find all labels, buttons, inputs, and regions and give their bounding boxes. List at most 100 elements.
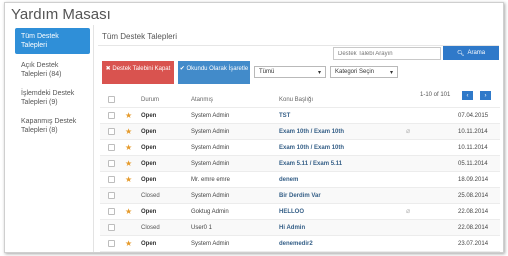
row-subject-link[interactable]: Exam 10th / Exam 10th (279, 145, 344, 151)
row-date: 22.08.2014 (458, 225, 489, 231)
table-body: ★ Open System Admin TST 07.04.2015 ★ Open Syste… (100, 108, 500, 252)
star-icon[interactable]: ★ (125, 111, 132, 120)
table-row[interactable]: ★ Open System Admin Exam 10th / Exam 10th ⌀ 1… (100, 124, 500, 140)
row-subject-link[interactable]: denemedir2 (279, 241, 313, 247)
row-date: 22.08.2014 (458, 209, 489, 215)
category-filter-value: Kategori Seçin (335, 69, 375, 75)
star-icon[interactable]: ★ (125, 143, 132, 152)
row-status: Closed (141, 225, 160, 231)
row-status: Open (141, 113, 157, 119)
row-date: 07.04.2015 (458, 113, 489, 119)
row-assignee: System Admin (191, 113, 230, 119)
row-subject-link[interactable]: TST (279, 113, 290, 119)
table-row[interactable]: ★ Open System Admin Exam 10th / Exam 10th 10… (100, 140, 500, 156)
sidebar-item-closed[interactable]: Kapanmış Destek Talepleri (8) (15, 114, 90, 138)
row-assignee: System Admin (191, 193, 230, 199)
header-status[interactable]: Durum (141, 97, 159, 103)
search-icon: 🔍︎ (456, 50, 465, 57)
app-window: Yardım Masası Tüm Destek Talepleri Açık … (4, 2, 504, 253)
header-subject[interactable]: Konu Başlığı (279, 97, 313, 103)
star-icon[interactable]: ★ (125, 159, 132, 168)
chevron-left-icon: ‹ (466, 92, 469, 99)
sidebar-item-all[interactable]: Tüm Destek Talepleri (15, 28, 90, 54)
sidebar-item-in-progress[interactable]: İşlemdeki Destek Talepleri (9) (15, 86, 90, 110)
row-subject-link[interactable]: Exam 5.11 / Exam 5.11 (279, 161, 342, 167)
sidebar-item-label: Tüm Destek Talepleri (21, 33, 59, 49)
table-row[interactable]: Closed User0 1 Hi Admin 22.08.2014 (100, 220, 500, 236)
row-subject-link[interactable]: HELLOO (279, 209, 304, 215)
row-assignee: System Admin (191, 145, 230, 151)
table-row[interactable]: ★ Open Goktug Admin HELLOO ⌀ 22.08.2014 (100, 204, 500, 220)
row-checkbox[interactable] (108, 160, 115, 167)
close-icon: ✖ (105, 66, 111, 72)
row-status: Open (141, 129, 157, 135)
prev-page-button[interactable]: ‹ (462, 91, 473, 100)
select-all-checkbox[interactable] (108, 96, 115, 103)
search-button-label: Arama (467, 50, 486, 56)
row-assignee: Mr. emre emre (191, 177, 231, 183)
row-assignee: System Admin (191, 241, 230, 247)
row-date: 05.11.2014 (458, 161, 488, 167)
search-button[interactable]: 🔍︎ Arama (443, 46, 499, 60)
app-title: Yardım Masası (11, 6, 111, 23)
row-assignee: System Admin (191, 129, 230, 135)
row-checkbox[interactable] (108, 144, 115, 151)
search-input[interactable] (333, 47, 441, 60)
close-ticket-label: Destek Talebini Kapat (112, 66, 171, 72)
row-date: 23.07.2014 (458, 241, 489, 247)
page-title: Tüm Destek Talepleri (102, 32, 177, 41)
check-icon: ✔ (179, 66, 185, 72)
row-subject-link[interactable]: denem (279, 177, 298, 183)
row-status: Open (141, 241, 157, 247)
row-checkbox[interactable] (108, 128, 115, 135)
pagination-info: 1-10 of 101 (420, 92, 451, 98)
row-date: 18.09.2014 (458, 177, 489, 183)
row-assignee: System Admin (191, 161, 230, 167)
sidebar-item-open[interactable]: Açık Destek Talepleri (84) (15, 58, 90, 82)
row-status: Open (141, 209, 157, 215)
row-checkbox[interactable] (108, 112, 115, 119)
table-row[interactable]: ★ Open System Admin Exam 5.11 / Exam 5.11 05… (100, 156, 500, 172)
star-icon[interactable]: ★ (125, 239, 132, 248)
row-date: 25.08.2014 (458, 193, 489, 199)
header-assignee[interactable]: Atanmış (191, 97, 213, 103)
status-filter-value: Tümü (259, 69, 275, 75)
row-status: Closed (141, 193, 160, 199)
status-filter-select[interactable]: Tümü ▾ (254, 66, 326, 78)
row-assignee: User0 1 (191, 225, 213, 231)
row-assignee: Goktug Admin (191, 209, 229, 215)
table-row[interactable]: ★ Open System Admin TST 07.04.2015 (100, 108, 500, 124)
paperclip-icon: ⌀ (406, 128, 411, 135)
row-checkbox[interactable] (108, 224, 115, 231)
divider (98, 45, 499, 46)
row-subject-link[interactable]: Hi Admin (279, 225, 305, 231)
row-status: Open (141, 177, 157, 183)
sidebar-item-label: İşlemdeki Destek Talepleri (9) (21, 90, 75, 106)
row-date: 10.11.2014 (458, 129, 488, 135)
next-page-button[interactable]: › (480, 91, 491, 100)
row-subject-link[interactable]: Exam 10th / Exam 10th (279, 129, 344, 135)
row-checkbox[interactable] (108, 192, 115, 199)
row-status: Open (141, 161, 157, 167)
mark-read-label: Okundu Olarak İşaretle (186, 66, 249, 72)
row-checkbox[interactable] (108, 176, 115, 183)
row-checkbox[interactable] (108, 208, 115, 215)
category-filter-select[interactable]: Kategori Seçin ▾ (330, 66, 398, 78)
star-icon[interactable]: ★ (125, 175, 132, 184)
table-row[interactable]: ★ Open System Admin denemedir2 23.07.2014 (100, 236, 500, 252)
table-row[interactable]: Closed System Admin Bir Derdim Var 25.08.20… (100, 188, 500, 204)
row-date: 10.11.2014 (458, 145, 488, 151)
sidebar-item-label: Açık Destek Talepleri (84) (21, 62, 62, 78)
star-icon[interactable]: ★ (125, 127, 132, 136)
row-checkbox[interactable] (108, 240, 115, 247)
star-icon[interactable]: ★ (125, 207, 132, 216)
row-subject-link[interactable]: Bir Derdim Var (279, 193, 321, 199)
sidebar-item-label: Kapanmış Destek Talepleri (8) (21, 118, 77, 134)
chevron-down-icon: ▾ (389, 69, 393, 76)
table-row[interactable]: ★ Open Mr. emre emre denem 18.09.2014 (100, 172, 500, 188)
chevron-down-icon: ▾ (317, 69, 321, 76)
paperclip-icon: ⌀ (406, 208, 411, 215)
chevron-right-icon: › (484, 92, 487, 99)
mark-read-button[interactable]: ✔ Okundu Olarak İşaretle (178, 61, 250, 84)
close-ticket-button[interactable]: ✖ Destek Talebini Kapat (102, 61, 174, 84)
